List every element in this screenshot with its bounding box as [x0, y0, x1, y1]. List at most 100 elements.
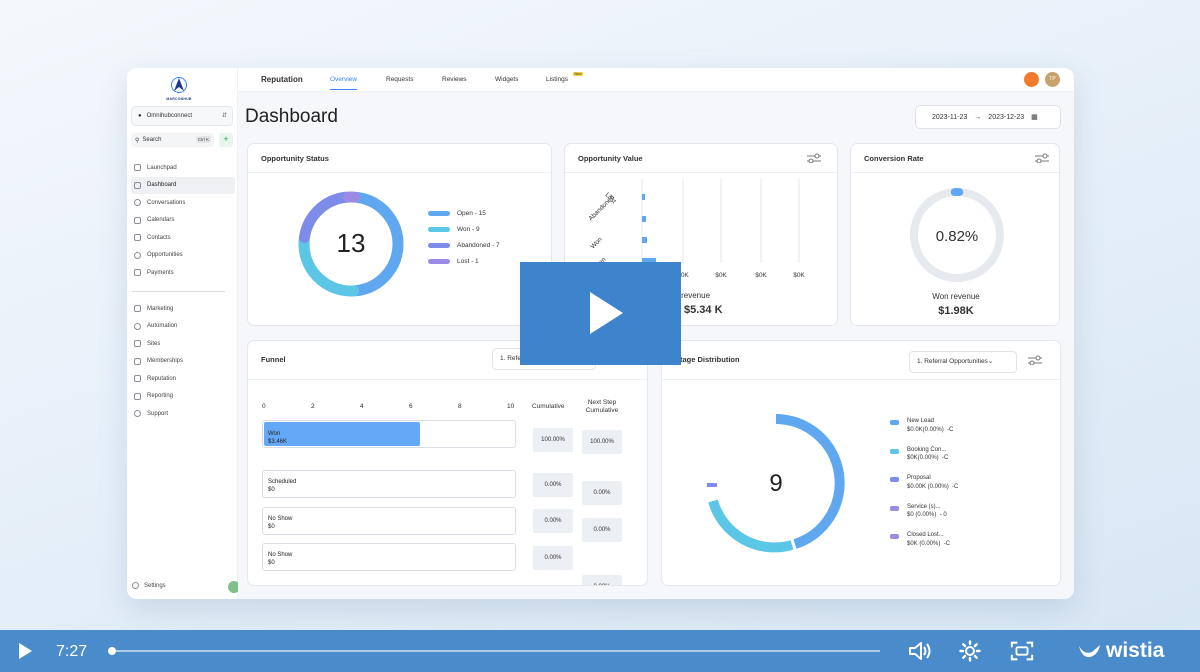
funnel-row[interactable]: No Show $0	[262, 507, 516, 535]
legend-item[interactable]: Lost - 1	[428, 253, 500, 269]
funnel-stage-label: Won $3.46K	[268, 431, 288, 445]
filter-settings-icon[interactable]	[807, 153, 821, 163]
tab-requests[interactable]: Requests	[386, 76, 413, 83]
grid-icon	[134, 181, 141, 189]
legend-item[interactable]: Proposal $0.00K (0.00%) -C	[890, 474, 958, 503]
arrow-right-icon: →	[974, 113, 982, 121]
search-input[interactable]: ⚲ Search Ctrl K	[131, 133, 214, 147]
new-badge: New	[573, 72, 584, 76]
sidebar-item-payments[interactable]: Payments	[131, 264, 235, 282]
contacts-icon	[134, 234, 141, 242]
sidebar-item-dashboard[interactable]: Dashboard	[131, 176, 235, 194]
user-icon: ●	[138, 113, 142, 119]
stage-distribution-donut: 9	[706, 414, 845, 553]
sidebar-item-reporting[interactable]: Reporting	[131, 388, 235, 406]
legend-item[interactable]: Service (s)... $0 (0.00%) - 0	[890, 503, 958, 532]
nav-secondary: Marketing Automation Sites Memberships R…	[131, 300, 235, 423]
big-play-button[interactable]	[520, 262, 681, 365]
opportunity-status-donut: 13	[298, 191, 404, 297]
won-revenue-value: $1.98K	[938, 305, 974, 317]
next-step-cell: 0.00%	[582, 481, 622, 505]
legend-item[interactable]: Won - 9	[428, 221, 500, 237]
sidebar-item-support[interactable]: Support	[131, 405, 235, 423]
filter-settings-icon[interactable]	[1028, 355, 1042, 365]
quick-add-button[interactable]: +	[219, 133, 233, 147]
legend-item[interactable]: Open - 15	[428, 205, 500, 221]
sidebar-item-conversations[interactable]: Conversations	[131, 194, 235, 212]
axis-tick: 8	[458, 403, 462, 410]
gear-icon	[132, 582, 139, 589]
legend-item[interactable]: Booking Con... $0K(0.00%) -C	[890, 446, 958, 475]
sidebar-item-memberships[interactable]: Memberships	[131, 353, 235, 371]
sidebar-item-launchpad[interactable]: Launchpad	[131, 159, 235, 177]
stage-pipeline-dropdown[interactable]: 1. Referral Opportunities⌄	[909, 351, 1017, 373]
legend-swatch	[428, 226, 450, 232]
funnel-row[interactable]: No Show $0	[262, 543, 516, 571]
sidebar-item-sites[interactable]: Sites	[131, 335, 235, 353]
cumulative-cell: 100.00%	[533, 428, 573, 452]
sidebar-item-automation[interactable]: Automation	[131, 318, 235, 336]
video-frame[interactable]: MARCONHUB ● Omnihubconnect ⇵ ⚲ Search Ct…	[0, 0, 1200, 630]
category-label: Abandoned	[587, 194, 616, 223]
card-title: Conversion Rate	[864, 154, 924, 163]
chevron-down-icon: ⌄	[987, 358, 994, 365]
play-icon[interactable]	[19, 643, 32, 659]
sidebar-item-contacts[interactable]: Contacts	[131, 229, 235, 247]
next-step-header: Next Step Cumulative	[585, 399, 619, 414]
settings-link[interactable]: Settings	[132, 582, 166, 589]
funnel-stage-label: No Show $0	[268, 516, 293, 530]
legend-item[interactable]: Closed Lost... $0K (0.00%) -C	[890, 531, 958, 560]
stage-distribution-card: Stage Distribution 1. Referral Opportuni…	[661, 340, 1061, 586]
stage-total: 9	[769, 470, 782, 497]
wistia-mark-icon	[1079, 645, 1100, 658]
video-control-bar: 7:27 wistia	[0, 630, 1200, 672]
tab-listings[interactable]: Listings	[546, 76, 568, 83]
cumulative-cell: 0.00%	[533, 473, 573, 497]
tab-widgets[interactable]: Widgets	[495, 76, 518, 83]
axis-tick: 2	[311, 403, 315, 410]
notification-bell-icon[interactable]	[1024, 72, 1039, 87]
sidebar-item-reputation[interactable]: Reputation	[131, 370, 235, 388]
legend-swatch	[890, 505, 899, 511]
brand-logo[interactable]: MARCONHUB	[157, 76, 201, 104]
conversion-rate-gauge: 0.82%	[910, 188, 1004, 282]
legend-item[interactable]: Abandoned - 7	[428, 237, 500, 253]
funnel-row[interactable]: Won $3.46K	[262, 420, 516, 448]
gear-icon[interactable]	[958, 640, 982, 662]
calendar-icon	[134, 216, 141, 224]
bar-won	[642, 237, 647, 243]
logo-text: MARCONHUB	[166, 97, 192, 101]
fullscreen-icon[interactable]	[1010, 640, 1034, 662]
avatar[interactable]: TP	[1045, 72, 1060, 87]
legend-item[interactable]: New Lead $0.0K(0.00%) -C	[890, 417, 958, 446]
card-title: Opportunity Status	[261, 154, 329, 163]
volume-icon[interactable]	[908, 640, 932, 662]
progress-track[interactable]	[108, 650, 880, 652]
next-step-cell: 0.00%	[582, 518, 622, 542]
legend-swatch	[890, 477, 899, 482]
wistia-logo[interactable]: wistia	[1078, 639, 1164, 663]
sidebar: MARCONHUB ● Omnihubconnect ⇵ ⚲ Search Ct…	[127, 68, 238, 599]
tab-overview[interactable]: Overview	[330, 76, 358, 90]
chevron-updown-icon: ⇵	[221, 113, 227, 119]
donut-total: 13	[337, 228, 366, 258]
tab-reviews[interactable]: Reviews	[442, 76, 467, 83]
cumulative-cell: 0.00%	[533, 546, 573, 570]
progress-handle[interactable]	[108, 647, 117, 655]
date-range-picker[interactable]: 2023-11-23 → 2023-12-23 ▦	[915, 105, 1061, 129]
sidebar-item-marketing[interactable]: Marketing	[131, 300, 235, 318]
sidebar-item-opportunities[interactable]: Opportunities	[131, 247, 235, 265]
axis-tick: 6	[409, 403, 413, 410]
legend-swatch	[890, 420, 899, 425]
funnel-stage-label: No Show $0	[268, 552, 293, 566]
sidebar-item-calendars[interactable]: Calendars	[131, 212, 235, 230]
funnel-row[interactable]: Scheduled $0	[262, 470, 516, 498]
account-switcher[interactable]: ● Omnihubconnect ⇵	[131, 106, 233, 126]
funnel-stage-label: Scheduled $0	[268, 479, 297, 493]
help-icon	[134, 410, 141, 418]
filter-settings-icon[interactable]	[1035, 153, 1049, 163]
rocket-icon	[134, 164, 141, 172]
funnel-bar	[264, 422, 421, 446]
automation-icon	[134, 322, 141, 330]
nav-divider	[132, 291, 225, 292]
